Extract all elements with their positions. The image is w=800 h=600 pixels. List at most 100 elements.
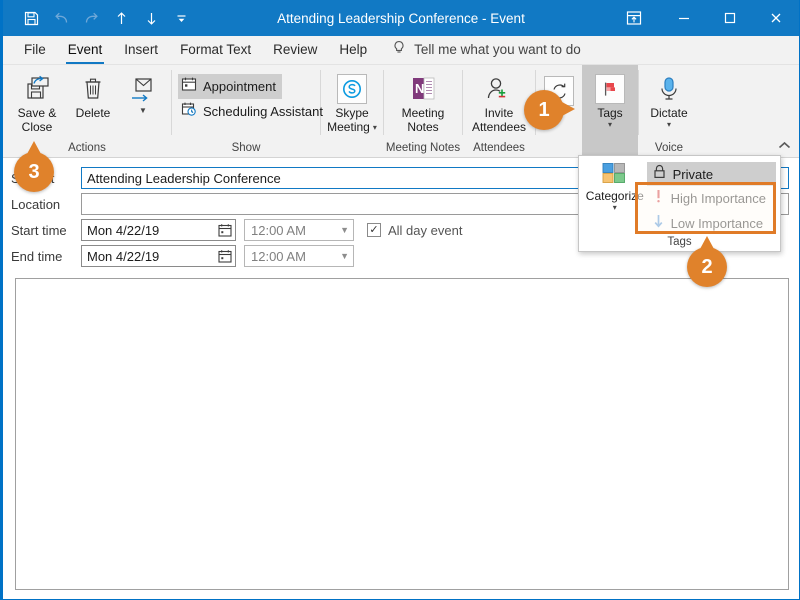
redo-icon xyxy=(77,4,105,32)
svg-text:N: N xyxy=(415,81,424,96)
delete-label: Delete xyxy=(75,106,111,120)
callout-badge-1-number: 1 xyxy=(538,98,550,121)
invite-attendees-label-2: Attendees xyxy=(471,120,527,134)
tab-format-text[interactable]: Format Text xyxy=(169,37,262,64)
undo-icon xyxy=(47,4,75,32)
lightbulb-icon xyxy=(392,40,406,59)
forward-caret-icon[interactable]: ▼ xyxy=(139,107,147,115)
delete-trash-icon xyxy=(80,72,106,106)
skype-meeting-button[interactable]: Skype Meeting ▾ xyxy=(327,68,377,134)
lock-icon xyxy=(653,164,666,184)
start-time-combo[interactable]: 12:00 AM ▼ xyxy=(244,219,354,241)
invite-attendees-label-1: Invite xyxy=(484,106,514,120)
ribbon-group-meeting-notes: N Meeting Notes Meeting Notes xyxy=(384,65,462,157)
meeting-notes-button[interactable]: N Meeting Notes xyxy=(390,68,456,134)
tags-caret-icon[interactable]: ▾ xyxy=(608,121,612,129)
event-window: Attending Leadership Conference - Event … xyxy=(0,0,800,600)
calendar-picker-icon[interactable] xyxy=(218,249,232,263)
invite-attendees-button[interactable]: Invite Attendees xyxy=(469,68,529,134)
all-day-event-checkbox[interactable]: ✓ All day event xyxy=(367,223,462,238)
quick-access-toolbar xyxy=(3,4,195,32)
dictate-caret-icon[interactable]: ▾ xyxy=(667,121,671,129)
checkbox-box[interactable]: ✓ xyxy=(367,223,381,237)
tags-menu-item-high-importance[interactable]: High Importance xyxy=(647,186,776,211)
save-and-close-button[interactable]: Save & Close xyxy=(9,68,65,134)
categorize-squares-icon xyxy=(598,162,632,189)
tab-insert[interactable]: Insert xyxy=(113,37,169,64)
onenote-icon: N xyxy=(407,72,439,106)
tell-me-search[interactable]: Tell me what you want to do xyxy=(392,40,581,64)
start-time-label: Start time xyxy=(11,222,67,238)
tab-help[interactable]: Help xyxy=(328,37,378,64)
ribbon-group-tags[interactable]: Tags ▾ xyxy=(582,65,638,157)
end-date-value: Mon 4/22/19 xyxy=(87,248,160,264)
ribbon-display-options-icon[interactable] xyxy=(607,0,661,36)
forward-arrow-icon xyxy=(128,72,158,106)
skype-icon xyxy=(337,72,367,106)
callout-badge-3-number: 3 xyxy=(28,160,40,183)
categorize-label: Categorize xyxy=(585,189,644,203)
event-body-editor[interactable] xyxy=(15,278,789,590)
skype-meeting-label-2: Meeting xyxy=(327,120,370,134)
callout-badge-2: 2 xyxy=(687,236,727,287)
tags-menu-item-private-label: Private xyxy=(672,166,714,182)
location-label: Location xyxy=(11,196,61,212)
end-time-combo[interactable]: 12:00 AM ▼ xyxy=(244,245,354,267)
chevron-down-icon[interactable]: ▼ xyxy=(340,225,349,235)
next-item-icon[interactable] xyxy=(137,4,165,32)
tags-menu-item-low-importance[interactable]: Low Importance xyxy=(647,211,776,236)
save-and-close-label-1: Save & xyxy=(17,106,57,120)
callout-badge-1: 1 xyxy=(524,90,575,130)
save-and-close-label-2: Close xyxy=(21,120,53,134)
scheduling-assistant-icon xyxy=(181,101,197,122)
tell-me-placeholder: Tell me what you want to do xyxy=(414,42,581,57)
invite-attendees-icon xyxy=(484,72,514,106)
collapse-ribbon-icon[interactable] xyxy=(778,141,791,153)
tab-event[interactable]: Event xyxy=(57,37,114,64)
tags-button[interactable]: Tags ▾ xyxy=(588,68,632,129)
tags-dropdown-menu: Categorize ▾ Private High Importance Low… xyxy=(578,155,781,252)
tags-dropdown-group-label: Tags xyxy=(667,236,692,248)
tags-menu-item-private[interactable]: Private xyxy=(646,162,776,186)
appointment-calendar-icon xyxy=(181,76,197,97)
show-item-scheduling-assistant-label: Scheduling Assistant xyxy=(203,103,323,119)
minimize-icon[interactable] xyxy=(661,0,707,36)
start-time-value: 12:00 AM xyxy=(251,222,306,238)
tab-file[interactable]: File xyxy=(13,37,57,64)
group-label-options xyxy=(536,154,582,157)
close-icon[interactable] xyxy=(753,0,799,36)
group-label-attendees: Attendees xyxy=(473,142,525,154)
ribbon-group-voice: Dictate ▾ Voice xyxy=(639,65,699,157)
ribbon-tab-strip: File Event Insert Format Text Review Hel… xyxy=(3,36,799,65)
delete-button[interactable]: Delete xyxy=(65,68,121,120)
ribbon: Save & Close Delete ▼ Actions Appointmen… xyxy=(3,65,799,158)
tab-review[interactable]: Review xyxy=(262,37,328,64)
maximize-icon[interactable] xyxy=(707,0,753,36)
calendar-picker-icon[interactable] xyxy=(218,223,232,237)
customize-quick-access-toolbar-icon[interactable] xyxy=(167,4,195,32)
forward-button[interactable]: ▼ xyxy=(121,68,165,115)
skype-meeting-caret-icon[interactable]: ▾ xyxy=(373,124,377,132)
dictate-button[interactable]: Dictate ▾ xyxy=(645,68,693,129)
all-day-event-label: All day event xyxy=(388,222,463,238)
previous-item-icon[interactable] xyxy=(107,4,135,32)
chevron-down-icon[interactable]: ▼ xyxy=(340,251,349,261)
group-label-skype xyxy=(321,154,383,157)
categorize-button[interactable]: Categorize ▾ xyxy=(583,160,647,236)
show-item-appointment[interactable]: Appointment xyxy=(178,74,282,99)
callout-badge-2-number: 2 xyxy=(701,255,713,278)
categorize-caret-icon[interactable]: ▾ xyxy=(613,204,617,212)
ribbon-group-skype: Skype Meeting ▾ xyxy=(321,65,383,157)
microphone-icon xyxy=(656,72,682,106)
show-item-scheduling-assistant[interactable]: Scheduling Assistant xyxy=(178,99,329,124)
tags-flag-icon xyxy=(595,72,625,106)
group-label-show: Show xyxy=(231,142,261,154)
end-date-input[interactable]: Mon 4/22/19 xyxy=(81,245,236,267)
save-and-close-icon xyxy=(21,72,53,106)
start-date-input[interactable]: Mon 4/22/19 xyxy=(81,219,236,241)
ribbon-group-show: Appointment Scheduling Assistant Show xyxy=(172,65,323,157)
save-icon[interactable] xyxy=(17,4,45,32)
tags-menu-item-high-importance-label: High Importance xyxy=(670,191,766,206)
window-controls xyxy=(607,0,799,36)
show-item-appointment-label: Appointment xyxy=(203,78,276,94)
